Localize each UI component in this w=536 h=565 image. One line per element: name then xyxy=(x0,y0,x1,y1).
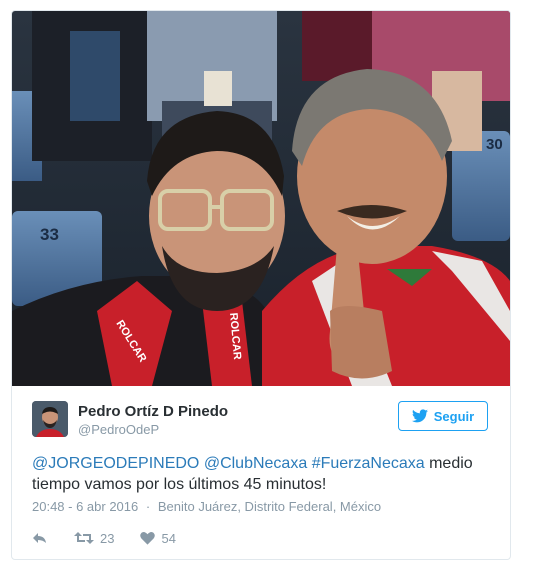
twitter-bird-icon xyxy=(411,409,428,423)
like-button[interactable]: 54 xyxy=(140,530,176,546)
tweet-photo[interactable]: 33 30 ROLCAR ROLCAR xyxy=(12,11,510,386)
retweet-count: 23 xyxy=(100,530,115,546)
hashtag-link[interactable]: #FuerzaNecaxa xyxy=(312,455,425,472)
user-handle[interactable]: @PedroOdeP xyxy=(78,422,159,437)
retweet-button[interactable]: 23 xyxy=(74,531,114,546)
follow-button[interactable]: Seguir xyxy=(398,401,488,431)
user-avatar[interactable] xyxy=(32,401,68,437)
seat-number-30: 30 xyxy=(486,136,503,153)
tweet-card: 33 30 ROLCAR ROLCAR Pedro Ortíz D Pinedo… xyxy=(11,10,511,560)
follow-button-label: Seguir xyxy=(433,408,475,424)
mention-link[interactable]: @JORGEODEPINEDO xyxy=(32,455,199,472)
retweet-icon xyxy=(74,532,94,544)
tweet-actions: 23 54 xyxy=(32,528,202,548)
tweet-location[interactable]: Benito Juárez, Distrito Federal, México xyxy=(158,499,381,514)
mention-link[interactable]: @ClubNecaxa xyxy=(204,455,307,472)
heart-icon xyxy=(140,531,156,545)
tweet-header: Pedro Ortíz D Pinedo @PedroOdeP Seguir xyxy=(32,401,492,441)
avatar-image xyxy=(32,401,68,437)
tweet-meta: 20:48 - 6 abr 2016 · Benito Juárez, Dist… xyxy=(32,499,381,514)
reply-icon xyxy=(33,533,46,543)
seat-number-33: 33 xyxy=(40,225,59,244)
selfie-image: 33 30 ROLCAR ROLCAR xyxy=(12,11,510,386)
tweet-text: @JORGEODEPINEDO @ClubNecaxa #FuerzaNecax… xyxy=(32,453,492,495)
tweet-timestamp[interactable]: 20:48 - 6 abr 2016 xyxy=(32,499,138,514)
meta-separator: · xyxy=(145,499,151,514)
user-display-name[interactable]: Pedro Ortíz D Pinedo xyxy=(78,403,228,420)
reply-button[interactable] xyxy=(32,531,48,545)
like-count: 54 xyxy=(161,530,176,546)
drink-cup xyxy=(204,71,232,106)
